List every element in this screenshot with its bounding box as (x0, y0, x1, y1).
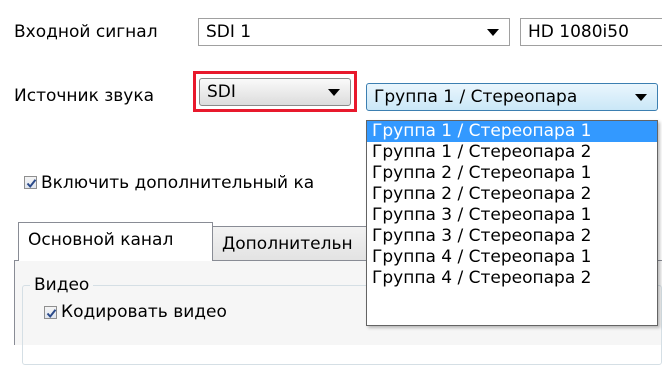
chevron-down-icon (328, 88, 340, 96)
dropdown-option[interactable]: Группа 4 / Стереопара 2 (367, 268, 657, 289)
input-source-value: SDI 1 (206, 22, 252, 42)
checkmark-icon (46, 309, 57, 319)
audio-source-value: SDI (207, 82, 236, 102)
audio-group-select[interactable]: Группа 1 / Стереопара (366, 83, 658, 111)
extra-channel-label: Включить дополнительный ка (41, 173, 315, 193)
tab-main-channel[interactable]: Основной канал (18, 222, 213, 261)
extra-channel-checkbox[interactable] (24, 176, 37, 189)
dropdown-option[interactable]: Группа 1 / Стереопара 2 (367, 142, 657, 163)
encode-video-label: Кодировать видео (61, 302, 227, 322)
input-signal-label: Входной сигнал (14, 22, 158, 42)
video-format-select[interactable]: HD 1080i50 (520, 18, 662, 46)
audio-source-select[interactable]: SDI (199, 78, 351, 106)
video-group-title: Видео (30, 275, 94, 295)
chevron-down-icon (635, 93, 647, 101)
dropdown-option[interactable]: Группа 4 / Стереопара 1 (367, 247, 657, 268)
encode-video-checkbox[interactable] (44, 306, 57, 319)
checkmark-icon (26, 179, 37, 189)
audio-group-value: Группа 1 / Стереопара (374, 87, 578, 107)
audio-source-label: Источник звука (14, 86, 155, 106)
tab-extra-channel[interactable]: Дополнительн (212, 226, 372, 260)
input-source-select[interactable]: SDI 1 (198, 18, 510, 46)
dropdown-option[interactable]: Группа 2 / Стереопара 1 (367, 163, 657, 184)
chevron-down-icon (487, 28, 499, 36)
video-format-value: HD 1080i50 (528, 22, 629, 42)
dropdown-option[interactable]: Группа 1 / Стереопара 1 (367, 121, 657, 142)
dropdown-option[interactable]: Группа 3 / Стереопара 2 (367, 226, 657, 247)
tab-extra-channel-label: Дополнительн (222, 234, 353, 254)
dropdown-option[interactable]: Группа 3 / Стереопара 1 (367, 205, 657, 226)
dropdown-option[interactable]: Группа 2 / Стереопара 2 (367, 184, 657, 205)
audio-group-dropdown-list: Группа 1 / Стереопара 1 Группа 1 / Стерео… (366, 120, 658, 326)
tab-main-channel-label: Основной канал (28, 230, 174, 250)
